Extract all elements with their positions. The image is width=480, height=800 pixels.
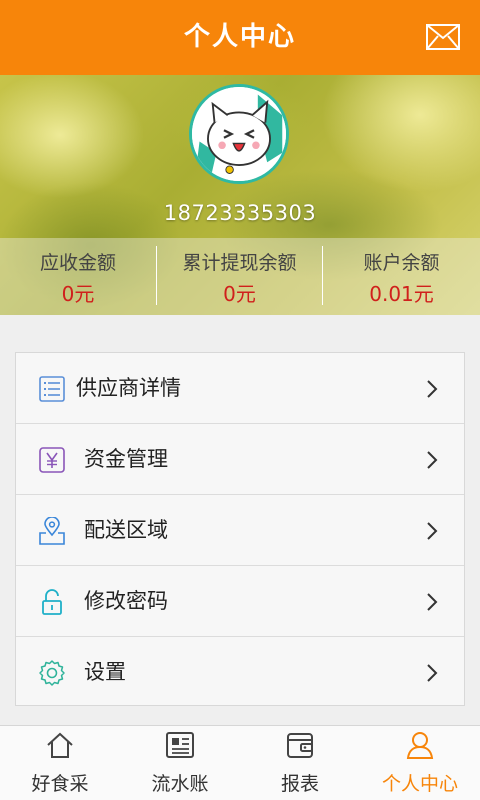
stat-value: 0.01元 — [369, 282, 434, 306]
menu-item-label: 修改密码 — [84, 589, 168, 613]
settings-menu: 供应商详情 资金管理 配送区域 修改密码 设置 — [15, 352, 465, 706]
stat-label: 累计提现余额 — [182, 252, 297, 274]
bottom-tab-bar: 好食采 流水账 报表 个人中心 — [0, 725, 480, 800]
tab-label: 好食采 — [31, 773, 89, 795]
tab-label: 流水账 — [151, 773, 209, 795]
tab-ledger[interactable]: 流水账 — [120, 726, 240, 800]
chevron-right-icon — [427, 593, 438, 611]
menu-item-fund-management[interactable]: 资金管理 — [16, 424, 464, 495]
unlock-icon — [42, 589, 62, 615]
stat-label: 应收金额 — [39, 252, 116, 274]
tab-label: 个人中心 — [381, 773, 458, 795]
chevron-right-icon — [427, 451, 438, 469]
menu-item-settings[interactable]: 设置 — [16, 637, 464, 707]
menu-item-label: 配送区域 — [84, 518, 168, 542]
menu-item-delivery-area[interactable]: 配送区域 — [16, 495, 464, 566]
tab-haoshicai[interactable]: 好食采 — [0, 726, 120, 800]
yuan-icon — [39, 447, 65, 473]
account-stats: 应收金额 0元 累计提现余额 0元 账户余额 0.01元 — [0, 238, 480, 315]
app-header: 个人中心 — [0, 0, 480, 75]
page-title: 个人中心 — [183, 22, 296, 52]
chevron-right-icon — [427, 522, 438, 540]
location-icon — [39, 517, 65, 545]
chevron-right-icon — [427, 664, 438, 682]
tab-reports[interactable]: 报表 — [240, 726, 360, 800]
cat-avatar-icon — [192, 87, 286, 181]
newspaper-icon — [166, 732, 194, 758]
menu-item-label: 供应商详情 — [76, 376, 181, 400]
tab-personal-center[interactable]: 个人中心 — [360, 726, 480, 800]
profile-banner: 18723335303 应收金额 0元 累计提现余额 0元 账户余额 0.01元 — [0, 75, 480, 315]
tab-label: 报表 — [280, 773, 319, 795]
menu-item-supplier-details[interactable]: 供应商详情 — [16, 353, 464, 424]
stat-receivable[interactable]: 应收金额 0元 — [0, 238, 156, 315]
menu-item-label: 设置 — [84, 660, 126, 684]
menu-item-label: 资金管理 — [84, 447, 168, 471]
stat-value: 0元 — [61, 282, 95, 306]
phone-number: 18723335303 — [163, 201, 317, 225]
mail-icon[interactable] — [426, 24, 460, 50]
stat-value: 0元 — [223, 282, 256, 306]
gear-icon — [39, 660, 65, 686]
stat-label: 账户余额 — [363, 252, 440, 274]
avatar[interactable] — [189, 84, 289, 184]
chevron-right-icon — [427, 380, 438, 398]
menu-item-change-password[interactable]: 修改密码 — [16, 566, 464, 637]
user-icon — [406, 732, 434, 759]
list-icon — [39, 376, 65, 402]
stat-total-withdrawn[interactable]: 累计提现余额 0元 — [157, 238, 322, 315]
stat-balance[interactable]: 账户余额 0.01元 — [323, 238, 480, 315]
home-icon — [47, 732, 73, 758]
wallet-icon — [287, 733, 313, 758]
